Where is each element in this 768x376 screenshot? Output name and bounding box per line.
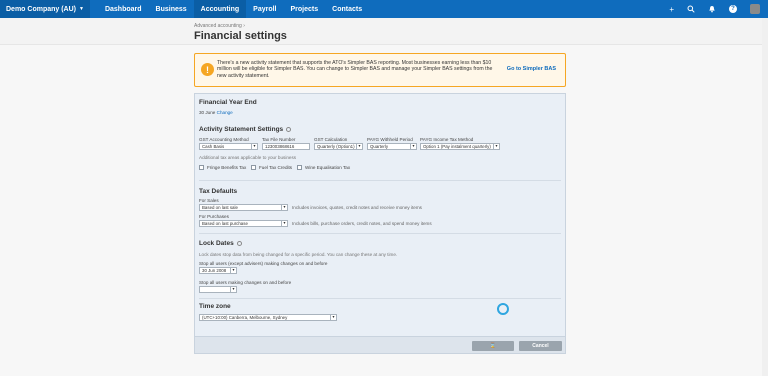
purchases-label: For Purchases [199, 214, 229, 219]
nav-contacts[interactable]: Contacts [325, 0, 369, 18]
lock-description: Lock dates stop data from being changed … [199, 252, 398, 257]
chevron-down-icon: ▼ [281, 205, 287, 210]
cancel-button[interactable]: Cancel [519, 341, 562, 351]
payg-income-select[interactable]: Option 1 (Pay instalment quarterly) ▼ [420, 143, 500, 150]
nav-dashboard[interactable]: Dashboard [98, 0, 149, 18]
loading-spinner-icon [497, 303, 509, 315]
nav-projects[interactable]: Projects [284, 0, 326, 18]
nav-payroll[interactable]: Payroll [246, 0, 283, 18]
org-name: Demo Company (AU) [6, 5, 77, 13]
purchases-note: Includes bills, purchase orders, credit … [292, 221, 432, 226]
plus-icon[interactable]: + [669, 5, 674, 14]
stop-all-label: Stop all users making changes on and bef… [199, 280, 292, 285]
section-title-lock-dates: Lock Dates [199, 240, 242, 247]
panel-footer: ⌛ Cancel [195, 336, 565, 353]
fuel-tax-label: Fuel Tax Credits [259, 165, 293, 170]
divider [199, 298, 561, 299]
tfn-label: Tax File Number [262, 137, 296, 142]
divider [199, 180, 561, 181]
fuel-tax-checkbox[interactable] [251, 165, 256, 170]
section-title-timezone: Time zone [199, 303, 231, 310]
sales-tax-value: Based on last sale [202, 205, 238, 210]
nav-accounting[interactable]: Accounting [193, 0, 247, 18]
bell-icon[interactable] [708, 5, 716, 13]
chevron-down-icon: ▼ [79, 6, 84, 12]
fbt-checkbox[interactable] [199, 165, 204, 170]
chevron-down-icon: ▼ [356, 144, 362, 149]
section-title-fye: Financial Year End [199, 99, 257, 106]
fye-value-row: 30 June Change [199, 110, 233, 115]
payg-income-label: PAYG Income Tax Method [420, 137, 474, 142]
page-title: Financial settings [194, 30, 287, 42]
fbt-label: Fringe Benefits Tax [207, 165, 247, 170]
page-header: Advanced accounting › Financial settings [0, 18, 768, 45]
sales-note: Includes invoices, quotes, credit notes … [292, 205, 422, 210]
gst-method-select[interactable]: Cash Basis ▼ [199, 143, 258, 150]
simpler-bas-link[interactable]: Go to Simpler BAS [507, 66, 556, 72]
nav-business[interactable]: Business [149, 0, 194, 18]
info-icon[interactable] [286, 126, 292, 132]
alert-icon: ! [201, 63, 214, 76]
gst-method-value: Cash Basis [202, 144, 225, 149]
chevron-down-icon: ▼ [493, 144, 499, 149]
payg-withheld-select[interactable]: Quarterly ▼ [367, 143, 417, 150]
wet-label: Wine Equalisation Tax [305, 165, 351, 170]
info-icon[interactable] [236, 240, 242, 246]
timezone-value: (UTC+10:00) Canberra, Melbourne, Sydney [202, 315, 288, 320]
save-button[interactable]: ⌛ [472, 341, 514, 351]
top-navigation-bar: Demo Company (AU) ▼ Dashboard Business A… [0, 0, 768, 18]
wet-checkbox[interactable] [297, 165, 302, 170]
lock-title-text: Lock Dates [199, 240, 234, 247]
notice-text: There's a new activity statement that su… [217, 60, 493, 79]
additional-tax-label: Additional tax areas applicable to your … [199, 155, 297, 160]
stop-users-date-select[interactable]: 30 Jun 2008 ▼ [199, 267, 237, 274]
section-title-tax-defaults: Tax Defaults [199, 188, 238, 195]
stop-users-date-value: 30 Jun 2008 [202, 268, 227, 273]
fye-change-link[interactable]: Change [217, 110, 233, 115]
org-switcher[interactable]: Demo Company (AU) ▼ [0, 0, 90, 18]
avatar[interactable] [750, 4, 760, 14]
section-title-activity: Activity Statement Settings [199, 126, 292, 133]
gst-calc-value: Quarterly (Option1) [317, 144, 355, 149]
simpler-bas-notice: ! There's a new activity statement that … [194, 53, 566, 87]
settings-panel: Financial Year End 30 June Change Activi… [194, 93, 566, 354]
chevron-down-icon: ▼ [410, 144, 416, 149]
tfn-input[interactable]: 123003868616 [262, 143, 310, 150]
gst-calc-label: GST Calculation [314, 137, 348, 142]
fye-value: 30 June [199, 110, 216, 115]
payg-withheld-value: Quarterly [370, 144, 389, 149]
stop-all-date-select[interactable]: ▼ [199, 286, 237, 293]
chevron-down-icon: ▼ [281, 221, 287, 226]
activity-title-text: Activity Statement Settings [199, 126, 284, 133]
payg-withheld-label: PAYG Withheld Period [367, 137, 413, 142]
search-icon[interactable] [687, 5, 695, 13]
chevron-down-icon: ▼ [230, 268, 236, 273]
timezone-select[interactable]: (UTC+10:00) Canberra, Melbourne, Sydney ▼ [199, 314, 337, 321]
gst-method-label: GST Accounting Method [199, 137, 249, 142]
nav-icons: + ? [656, 0, 760, 18]
chevron-down-icon: ▼ [330, 315, 336, 320]
sales-tax-select[interactable]: Based on last sale ▼ [199, 204, 288, 211]
chevron-down-icon: ▼ [230, 287, 236, 292]
scrollbar[interactable] [762, 18, 768, 376]
help-icon[interactable]: ? [729, 5, 737, 13]
purchases-tax-value: Based on last purchase [202, 221, 248, 226]
stop-users-label: Stop all users (except advisers) making … [199, 261, 328, 266]
chevron-down-icon: ▼ [251, 144, 257, 149]
main-nav: Dashboard Business Accounting Payroll Pr… [98, 0, 369, 18]
payg-income-value: Option 1 (Pay instalment quarterly) [423, 144, 491, 149]
divider [199, 233, 561, 234]
breadcrumb[interactable]: Advanced accounting › [194, 23, 245, 29]
sales-label: For Sales [199, 198, 219, 203]
purchases-tax-select[interactable]: Based on last purchase ▼ [199, 220, 288, 227]
gst-calc-select[interactable]: Quarterly (Option1) ▼ [314, 143, 363, 150]
